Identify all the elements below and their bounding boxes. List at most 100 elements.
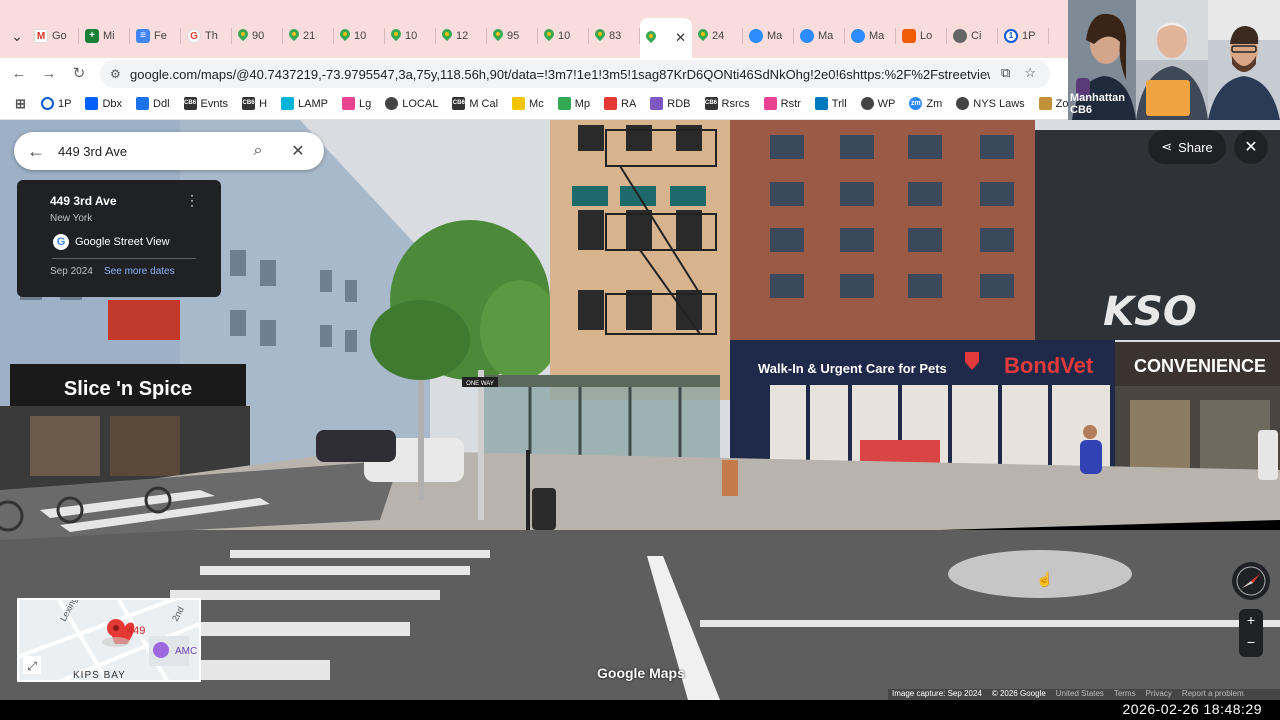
tab-label: 83 <box>609 30 622 42</box>
search-icon[interactable]: ⌕ <box>238 142 278 160</box>
search-input[interactable]: 449 3rd Ave <box>58 144 238 159</box>
tab-10[interactable]: 10 <box>538 18 589 54</box>
bookmark-2[interactable]: Ddl <box>136 97 170 110</box>
maps-favicon-icon <box>544 29 554 43</box>
maps-favicon-icon <box>289 29 299 43</box>
lg-bookmark-icon <box>763 97 777 110</box>
bookmark-4[interactable]: CB6 H <box>242 97 267 110</box>
tab-11[interactable]: 83 <box>589 18 640 54</box>
bookmark-label: H <box>259 97 268 110</box>
tab-18[interactable]: Ci <box>947 18 998 54</box>
bookmark-7[interactable]: LOCAL <box>385 97 438 110</box>
bookmark-12[interactable]: RDB <box>650 97 691 110</box>
terms-link[interactable]: Terms <box>1114 689 1136 700</box>
privacy-link[interactable]: Privacy <box>1146 689 1172 700</box>
minimap-area: KIPS BAY <box>73 670 126 681</box>
1p-bookmark-icon: 1 <box>41 97 54 110</box>
bookmark-9[interactable]: Mc <box>512 97 544 110</box>
tab-list: M Go + Mi ≡ Fe G Th 90 21 10 10 12 95 10 83 ✕ 24 Ma Ma Ma Lo C… <box>28 18 1049 58</box>
close-street-view-button[interactable]: ✕ <box>1234 130 1268 164</box>
provider: G Google Street View <box>53 234 221 250</box>
close-icon[interactable]: ✕ <box>278 141 318 161</box>
share-icon: ⋖ <box>1161 139 1173 154</box>
tab-3[interactable]: G Th <box>181 18 232 54</box>
tab-7[interactable]: 10 <box>385 18 436 54</box>
tab-4[interactable]: 90 <box>232 18 283 54</box>
bookmark-6[interactable]: Lg <box>341 97 371 110</box>
mini-map[interactable]: Lexington 2nd 449 AMC KIPS BAY ⤢ <box>17 598 201 682</box>
bookmark-label: 1P <box>58 97 72 110</box>
tab-12[interactable]: ✕ <box>640 18 692 58</box>
zoom-in-button[interactable]: + <box>1239 609 1263 631</box>
bookmark-5[interactable]: LAMP <box>281 97 328 110</box>
back-arrow-icon[interactable]: ← <box>14 141 58 162</box>
apps-grid-icon[interactable]: ⊞ <box>14 97 27 110</box>
more-options-icon[interactable]: ⋮ <box>185 192 199 209</box>
tab-5[interactable]: 21 <box>283 18 334 54</box>
expand-map-icon[interactable]: ⤢ <box>26 659 37 673</box>
maps-search-box[interactable]: ← 449 3rd Ave ⌕ ✕ <box>14 132 324 170</box>
bookmark-1[interactable]: Dbx <box>85 97 122 110</box>
bookmark-17[interactable]: zm Zm <box>909 97 942 110</box>
forward-arrow-icon[interactable]: → <box>34 65 64 82</box>
address-bar[interactable]: ⚙ google.com/maps/@40.7437219,-73.979554… <box>100 60 1050 88</box>
tab-0[interactable]: M Go <box>28 18 79 54</box>
tab-6[interactable]: 10 <box>334 18 385 54</box>
globe-bookmark-icon <box>860 97 874 110</box>
tab-19[interactable]: 1 1P <box>998 18 1049 54</box>
tab-16[interactable]: Ma <box>845 18 896 54</box>
open-in-app-icon[interactable]: ⧉ <box>1001 65 1010 81</box>
recording-bar: 2026-02-26 18:48:29 <box>0 700 1280 720</box>
bookmark-8[interactable]: CB6 M Cal <box>452 97 498 110</box>
tab-17[interactable]: Lo <box>896 18 947 54</box>
site-settings-icon[interactable]: ⚙ <box>110 67 130 81</box>
maps-favicon-icon <box>646 31 656 45</box>
zoom-out-button[interactable]: − <box>1239 631 1263 653</box>
1p-favicon-icon: 1 <box>1004 29 1018 43</box>
bookmark-11[interactable]: RA <box>604 97 636 110</box>
back-arrow-icon[interactable]: ← <box>4 65 34 82</box>
tab-label: 95 <box>507 30 520 42</box>
bookmark-15[interactable]: Trll <box>814 97 847 110</box>
minimap-address-label: 449 <box>127 625 145 637</box>
tab-1[interactable]: + Mi <box>79 18 130 54</box>
report-problem-link[interactable]: Report a problem <box>1182 689 1244 700</box>
bookmark-star-icon[interactable]: ☆ <box>1024 65 1036 81</box>
trll-bookmark-icon <box>814 97 828 110</box>
share-button[interactable]: ⋖ Share <box>1148 130 1226 164</box>
tab-label: Ma <box>767 30 783 42</box>
bookmark-16[interactable]: WP <box>860 97 895 110</box>
dbx-bookmark-icon <box>85 97 99 110</box>
browser-toolbar: ← → ↻ ⚙ google.com/maps/@40.7437219,-73.… <box>0 58 1068 88</box>
bookmark-list: 1 1P Dbx Ddl CB6 Evnts CB6 H LAMP Lg LOCAL CB6 M Cal… <box>41 97 1095 110</box>
tab-close-icon[interactable]: ✕ <box>675 30 686 46</box>
google-favicon-icon: G <box>187 29 201 43</box>
maps-favicon-icon <box>340 29 350 43</box>
see-more-dates-link[interactable]: See more dates <box>104 266 175 277</box>
bookmark-label: RDB <box>667 97 691 110</box>
tab-8[interactable]: 12 <box>436 18 487 54</box>
compass-icon[interactable] <box>1232 562 1270 600</box>
bookmark-label: Ddl <box>153 97 170 110</box>
bookmark-3[interactable]: CB6 Evnts <box>183 97 228 110</box>
tab-strip: ⌄ M Go + Mi ≡ Fe G Th 90 21 10 10 12 95 10 83 ✕ 24 Ma Ma Ma L… <box>0 0 1068 58</box>
image-capture-text: Image capture: Sep 2024 <box>892 689 982 698</box>
bookmark-0[interactable]: 1 1P <box>41 97 71 110</box>
tab-15[interactable]: Ma <box>794 18 845 54</box>
maps-favicon-icon <box>391 29 401 43</box>
participant-video-3 <box>1208 0 1280 120</box>
reload-icon[interactable]: ↻ <box>64 64 94 82</box>
bookmark-10[interactable]: Mp <box>557 97 590 110</box>
tab-9[interactable]: 95 <box>487 18 538 54</box>
region-link[interactable]: United States <box>1056 689 1104 700</box>
bookmark-13[interactable]: CB6 Rsrcs <box>704 97 750 110</box>
tab-13[interactable]: 24 <box>692 18 743 54</box>
bookmark-14[interactable]: Rstr <box>763 97 801 110</box>
tab-label: Go <box>52 30 67 42</box>
bookmark-label: Mc <box>529 97 544 110</box>
bookmark-18[interactable]: NYS Laws <box>956 97 1025 110</box>
tab-2[interactable]: ≡ Fe <box>130 18 181 54</box>
url-text[interactable]: google.com/maps/@40.7437219,-73.9795547,… <box>130 67 990 82</box>
tab-14[interactable]: Ma <box>743 18 794 54</box>
tab-search-chevron-icon[interactable]: ⌄ <box>6 18 28 54</box>
